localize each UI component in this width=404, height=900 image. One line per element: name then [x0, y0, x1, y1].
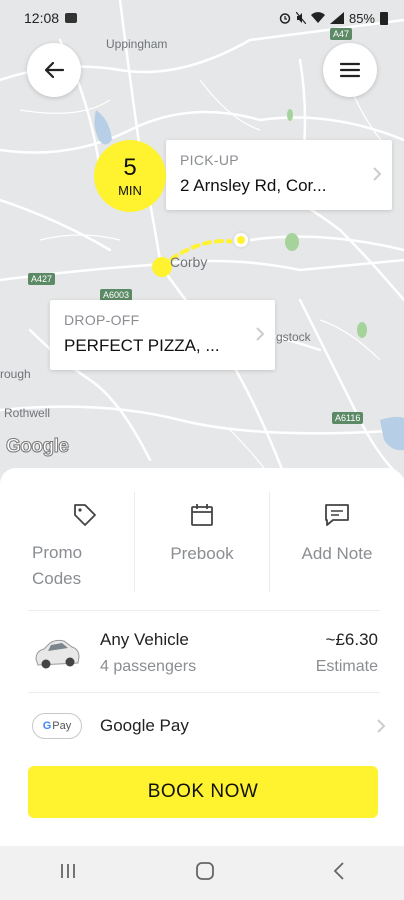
- wifi-icon: [310, 12, 325, 23]
- promo-label-line1: Promo: [32, 543, 83, 562]
- map-place-uppingham: Uppingham: [106, 37, 168, 51]
- payment-selector[interactable]: G Pay Google Pay: [0, 696, 404, 756]
- vehicle-name: Any Vehicle: [100, 630, 189, 649]
- add-note-button[interactable]: Add Note: [269, 492, 404, 592]
- eta-value: 5: [123, 153, 137, 181]
- eta-unit: MIN: [118, 182, 142, 198]
- map-place-rough: rough: [0, 367, 31, 381]
- action-row: Promo Codes Prebook Add Note: [0, 492, 404, 592]
- note-icon: [325, 504, 349, 526]
- google-pay-logo-text: Pay: [52, 720, 72, 732]
- status-bar: 12:08 85%: [0, 0, 404, 36]
- back-chevron-icon: [333, 861, 344, 880]
- chevron-right-icon: [377, 719, 386, 733]
- arrow-left-icon: [44, 61, 65, 79]
- calendar-icon: [191, 504, 213, 526]
- map-place-gstock: gstock: [276, 330, 311, 344]
- recents-icon: [61, 863, 76, 878]
- vehicle-passengers: 4 passengers: [100, 658, 197, 675]
- eta-bubble: 5 MIN: [94, 140, 166, 212]
- google-pay-logo: G Pay: [32, 713, 82, 739]
- dropoff-kicker: DROP-OFF: [64, 312, 140, 328]
- book-now-button[interactable]: BOOK NOW: [28, 766, 378, 818]
- mute-icon: [295, 12, 306, 24]
- message-icon: [65, 13, 78, 23]
- status-time: 12:08: [24, 10, 60, 26]
- hamburger-icon: [339, 62, 361, 78]
- map-place-corby: Corby: [170, 254, 208, 270]
- map-place-rothwell: Rothwell: [4, 406, 51, 420]
- fare-estimate-label: Estimate: [315, 658, 378, 675]
- vehicle-selector[interactable]: Any Vehicle 4 passengers ~£6.30 Estimate: [0, 618, 404, 688]
- pickup-address: 2 Arnsley Rd, Cor...: [180, 176, 327, 195]
- add-note-label: Add Note: [301, 544, 373, 563]
- recents-button[interactable]: [58, 862, 78, 885]
- promo-codes-button[interactable]: Promo Codes: [0, 492, 134, 592]
- signal-icon: [329, 12, 344, 24]
- booking-sheet: Promo Codes Prebook Add Note Any Vehicle…: [0, 468, 404, 846]
- payment-method-name: Google Pay: [100, 716, 189, 735]
- dropoff-address: PERFECT PIZZA, ...: [64, 336, 220, 355]
- battery-percent: 85%: [348, 10, 375, 26]
- home-button[interactable]: [195, 861, 215, 886]
- system-back-button[interactable]: [332, 861, 346, 886]
- dropoff-card[interactable]: DROP-OFF PERFECT PIZZA, ...: [50, 300, 275, 370]
- prebook-button[interactable]: Prebook: [134, 492, 269, 592]
- divider: [28, 610, 380, 611]
- home-icon: [196, 861, 214, 880]
- alarm-icon: [279, 13, 291, 24]
- tag-icon: [74, 504, 96, 526]
- chevron-right-icon: [256, 327, 265, 341]
- road-badge-a427: A427: [28, 273, 56, 285]
- divider: [28, 692, 380, 693]
- pickup-card[interactable]: PICK-UP 2 Arnsley Rd, Cor...: [166, 140, 392, 210]
- promo-label-line2: Codes: [32, 569, 82, 588]
- battery-icon: [380, 11, 388, 25]
- car-icon: [35, 639, 80, 669]
- back-button[interactable]: [27, 43, 81, 97]
- google-pay-logo-g: G: [42, 720, 52, 732]
- chevron-right-icon: [373, 167, 382, 181]
- prebook-label: Prebook: [170, 544, 234, 563]
- fare-price: ~£6.30: [325, 630, 378, 649]
- google-attribution: Google: [5, 436, 69, 458]
- road-badge-a6116: A6116: [332, 412, 364, 424]
- system-nav-bar: [0, 846, 404, 900]
- menu-button[interactable]: [323, 43, 377, 97]
- pickup-kicker: PICK-UP: [180, 152, 239, 168]
